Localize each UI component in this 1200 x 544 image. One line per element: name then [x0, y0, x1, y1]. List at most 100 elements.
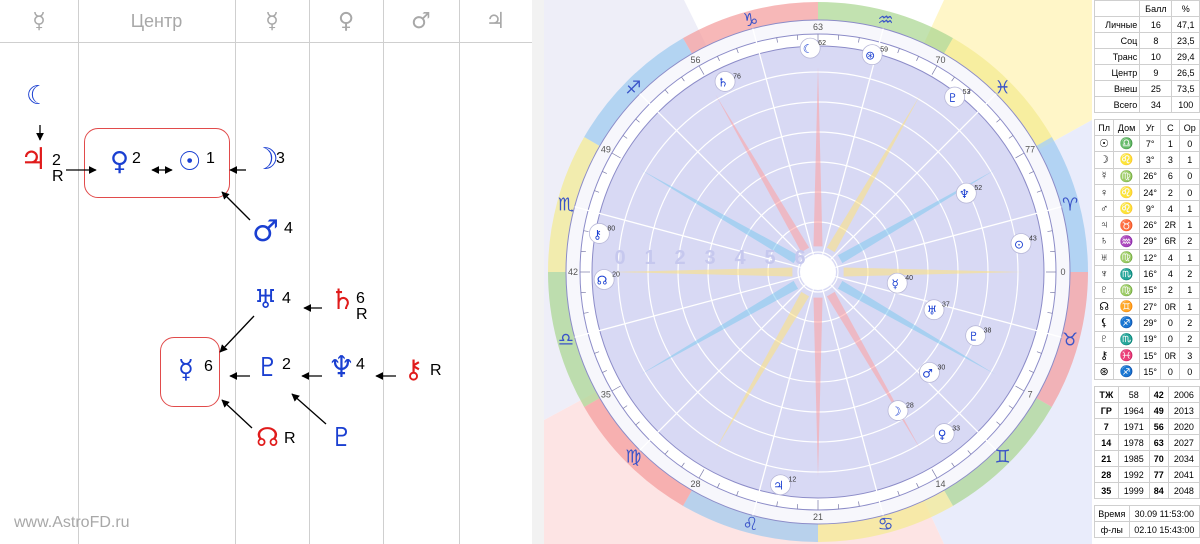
score-row: Личные 16 47,1: [1093, 16, 1200, 33]
degree-mark: 56: [690, 55, 700, 65]
years-row-cell: 21: [1094, 450, 1119, 468]
years-row-cell: ТЖ: [1094, 386, 1119, 404]
planet-row-cell: 0: [1160, 363, 1181, 381]
planet-row: ♆ ♏ 16° 4 2: [1093, 265, 1200, 283]
score-header-cell: %: [1171, 0, 1200, 17]
years-row-cell: 1978: [1117, 434, 1150, 452]
planet-row-cell: 1: [1179, 249, 1200, 267]
zodiac-sign: ♉: [1062, 330, 1078, 351]
planet-row-cell: ♎: [1113, 134, 1140, 153]
planet-row-cell: 2: [1179, 314, 1200, 332]
house-number: 3: [704, 247, 715, 269]
planet-row-cell: 0: [1160, 314, 1181, 332]
planet-degree: 76: [733, 73, 741, 80]
degree-mark: 21: [813, 512, 823, 522]
years-row-cell: 2013: [1167, 402, 1200, 420]
planet-glyph: ⚷: [593, 227, 602, 241]
planet-row-cell: 2: [1179, 330, 1200, 348]
planet-degree: 38: [984, 328, 992, 335]
years-row: 7 1971 56 2020: [1094, 418, 1200, 436]
planet-glyph: ☽: [891, 405, 902, 419]
planet-row: ♅ ♍ 12° 4 1: [1093, 249, 1200, 267]
planet-degree: 52: [974, 185, 982, 192]
years-row: 14 1978 63 2027: [1094, 434, 1200, 452]
score-row-cell: 25: [1139, 80, 1173, 97]
time-row: ф-лы 02.10 15:43:00: [1094, 521, 1200, 539]
degree-mark: 49: [601, 145, 611, 155]
score-row-cell: Личные: [1093, 16, 1141, 33]
planet-row-cell: 0: [1179, 363, 1200, 381]
planet-header-cell: Дом: [1113, 119, 1140, 136]
planet-row-cell: ⊛: [1093, 363, 1115, 381]
years-row: 35 1999 84 2048: [1094, 482, 1200, 500]
years-row-cell: 1971: [1117, 418, 1150, 436]
planet-row-cell: 2: [1160, 183, 1181, 202]
planet-glyph: ♀: [938, 428, 947, 442]
years-row-cell: 2020: [1167, 418, 1200, 436]
planet-row-cell: ☽: [1093, 151, 1115, 169]
score-row-cell: Всего: [1093, 96, 1141, 113]
zodiac-sign: ♈: [1062, 194, 1078, 215]
zodiac-sign: ♒: [877, 10, 893, 31]
planet-row-cell: 2: [1179, 232, 1200, 251]
score-header: Балл%: [1093, 0, 1200, 17]
planet-header-cell: С: [1160, 119, 1181, 136]
planet-row-cell: ♍: [1113, 249, 1140, 267]
score-row-cell: 26,5: [1171, 64, 1200, 81]
years-row-cell: 63: [1148, 434, 1169, 452]
planet-degree: 62: [818, 40, 826, 47]
score-row-cell: 9: [1139, 64, 1173, 81]
score-row-cell: 16: [1139, 16, 1173, 33]
planet-row: ♇ ♏ 19° 0 2: [1093, 330, 1200, 348]
score-row: Транс 10 29,4: [1093, 48, 1200, 65]
years-row: 28 1992 77 2041: [1094, 466, 1200, 484]
stats-tables: Балл% Личные 16 47,1 Соц 8 23,5 Транс 10 29,4 Цент…: [1093, 0, 1200, 544]
score-row: Всего 34 100: [1093, 96, 1200, 113]
years-row-cell: 1999: [1117, 482, 1150, 500]
planet-row-cell: 4: [1160, 200, 1181, 218]
planet-row-cell: ⚸: [1093, 314, 1115, 332]
planet-degree: 59: [880, 47, 888, 54]
planet-row-cell: 27°: [1138, 297, 1162, 316]
panel-divider: [532, 0, 544, 544]
planet-row-cell: ♐: [1113, 314, 1140, 332]
years-row-cell: 2027: [1167, 434, 1200, 452]
score-row-cell: 47,1: [1171, 16, 1200, 33]
planet-degree: 40: [905, 275, 913, 282]
planet-header-cell: Уг: [1138, 119, 1162, 136]
planet-degree: 43: [1029, 235, 1037, 242]
degree-mark: 14: [935, 479, 945, 489]
score-row-cell: Соц: [1093, 32, 1141, 49]
planet-row-cell: ♌: [1113, 183, 1140, 202]
time-row-cell: 02.10 15:43:00: [1128, 521, 1200, 539]
planet-row-cell: 3: [1179, 346, 1200, 365]
time-row-cell: ф-лы: [1094, 521, 1130, 539]
planet-glyph: ♇: [968, 330, 979, 344]
planet-glyph: ♃: [773, 479, 784, 493]
planet-row-cell: 1: [1179, 200, 1200, 218]
years-row-cell: 77: [1148, 466, 1169, 484]
planet-row-cell: 2: [1160, 281, 1181, 299]
planet-row-cell: 15°: [1138, 363, 1162, 381]
planet-row-cell: 0: [1160, 330, 1181, 348]
years-row: ГР 1964 49 2013: [1094, 402, 1200, 420]
years-row-cell: 35: [1094, 482, 1119, 500]
planet-row-cell: 15°: [1138, 281, 1162, 299]
score-header-cell: [1093, 0, 1141, 17]
planet-row: ♇ ♍ 15° 2 1: [1093, 281, 1200, 299]
planet-row-cell: 1: [1179, 297, 1200, 316]
planet-row-cell: 7°: [1138, 134, 1162, 153]
planet-row-cell: 6: [1160, 167, 1181, 185]
planet-header: Пл Дом Уг С Ор: [1093, 119, 1200, 136]
planet-row-cell: ♂: [1093, 200, 1115, 218]
degree-mark: 42: [568, 267, 578, 277]
planet-glyph: ⊛: [865, 49, 875, 63]
planet-row-cell: 15°: [1138, 346, 1162, 365]
planet-row-cell: 3: [1160, 151, 1181, 169]
years-row: ТЖ 58 42 2006: [1094, 386, 1200, 404]
planet-degree: 28: [906, 403, 914, 410]
planet-row-cell: 2: [1179, 265, 1200, 283]
zodiac-sign: ♎: [558, 330, 574, 351]
years-row: 21 1985 70 2034: [1094, 450, 1200, 468]
planet-row-cell: 4: [1160, 249, 1181, 267]
